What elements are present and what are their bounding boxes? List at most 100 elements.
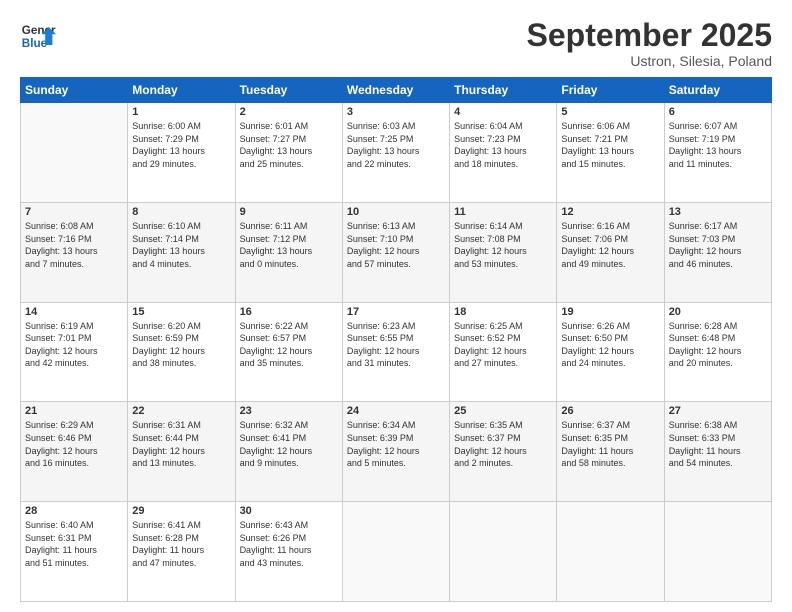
calendar-day-cell: 7 Sunrise: 6:08 AM Sunset: 7:16 PM Daylig… [21, 202, 128, 302]
calendar-day-cell [664, 502, 771, 602]
calendar-day-cell: 18 Sunrise: 6:25 AM Sunset: 6:52 PM Dayli… [450, 302, 557, 402]
calendar-day-cell: 16 Sunrise: 6:22 AM Sunset: 6:57 PM Dayli… [235, 302, 342, 402]
day-info: Sunrise: 6:04 AM Sunset: 7:23 PM Dayligh… [454, 120, 552, 170]
day-info: Sunrise: 6:26 AM Sunset: 6:50 PM Dayligh… [561, 320, 659, 370]
day-number: 14 [25, 306, 123, 318]
calendar-day-cell: 28 Sunrise: 6:40 AM Sunset: 6:31 PM Dayli… [21, 502, 128, 602]
day-info: Sunrise: 6:03 AM Sunset: 7:25 PM Dayligh… [347, 120, 445, 170]
calendar-day-cell [557, 502, 664, 602]
day-info: Sunrise: 6:19 AM Sunset: 7:01 PM Dayligh… [25, 320, 123, 370]
calendar-week-row: 28 Sunrise: 6:40 AM Sunset: 6:31 PM Dayli… [21, 502, 772, 602]
calendar-day-cell: 22 Sunrise: 6:31 AM Sunset: 6:44 PM Dayli… [128, 402, 235, 502]
calendar-day-cell: 10 Sunrise: 6:13 AM Sunset: 7:10 PM Dayli… [342, 202, 449, 302]
day-number: 10 [347, 206, 445, 218]
day-number: 11 [454, 206, 552, 218]
calendar-day-cell: 13 Sunrise: 6:17 AM Sunset: 7:03 PM Dayli… [664, 202, 771, 302]
calendar-day-cell: 24 Sunrise: 6:34 AM Sunset: 6:39 PM Dayli… [342, 402, 449, 502]
day-number: 29 [132, 505, 230, 517]
calendar-day-cell [450, 502, 557, 602]
day-info: Sunrise: 6:14 AM Sunset: 7:08 PM Dayligh… [454, 220, 552, 270]
day-number: 23 [240, 405, 338, 417]
day-info: Sunrise: 6:10 AM Sunset: 7:14 PM Dayligh… [132, 220, 230, 270]
day-info: Sunrise: 6:38 AM Sunset: 6:33 PM Dayligh… [669, 419, 767, 469]
day-number: 5 [561, 106, 659, 118]
day-number: 17 [347, 306, 445, 318]
calendar-week-row: 14 Sunrise: 6:19 AM Sunset: 7:01 PM Dayli… [21, 302, 772, 402]
svg-text:Blue: Blue [22, 37, 48, 50]
day-number: 15 [132, 306, 230, 318]
calendar-day-cell: 20Sunrise: 6:28 AM Sunset: 6:48 PM Dayli… [664, 302, 771, 402]
calendar-week-row: 1Sunrise: 6:00 AM Sunset: 7:29 PM Daylig… [21, 103, 772, 203]
day-info: Sunrise: 6:29 AM Sunset: 6:46 PM Dayligh… [25, 419, 123, 469]
day-number: 12 [561, 206, 659, 218]
day-info: Sunrise: 6:08 AM Sunset: 7:16 PM Dayligh… [25, 220, 123, 270]
day-number: 22 [132, 405, 230, 417]
day-info: Sunrise: 6:25 AM Sunset: 6:52 PM Dayligh… [454, 320, 552, 370]
calendar-day-cell: 2 Sunrise: 6:01 AM Sunset: 7:27 PM Daylig… [235, 103, 342, 203]
day-number: 9 [240, 206, 338, 218]
day-info: Sunrise: 6:22 AM Sunset: 6:57 PM Dayligh… [240, 320, 338, 370]
day-number: 3 [347, 106, 445, 118]
header-thursday: Thursday [450, 78, 557, 103]
day-info: Sunrise: 6:35 AM Sunset: 6:37 PM Dayligh… [454, 419, 552, 469]
title-block: September 2025 Ustron, Silesia, Poland [527, 18, 772, 69]
day-info: Sunrise: 6:40 AM Sunset: 6:31 PM Dayligh… [25, 519, 123, 569]
calendar-table: Sunday Monday Tuesday Wednesday Thursday… [20, 77, 772, 602]
calendar-day-cell [21, 103, 128, 203]
day-number: 28 [25, 505, 123, 517]
day-info: Sunrise: 6:41 AM Sunset: 6:28 PM Dayligh… [132, 519, 230, 569]
day-number: 18 [454, 306, 552, 318]
day-info: Sunrise: 6:01 AM Sunset: 7:27 PM Dayligh… [240, 120, 338, 170]
calendar-day-cell: 1Sunrise: 6:00 AM Sunset: 7:29 PM Daylig… [128, 103, 235, 203]
calendar-day-cell: 30Sunrise: 6:43 AM Sunset: 6:26 PM Dayli… [235, 502, 342, 602]
header-tuesday: Tuesday [235, 78, 342, 103]
calendar-day-cell: 14 Sunrise: 6:19 AM Sunset: 7:01 PM Dayli… [21, 302, 128, 402]
day-info: Sunrise: 6:20 AM Sunset: 6:59 PM Dayligh… [132, 320, 230, 370]
calendar-day-cell: 29 Sunrise: 6:41 AM Sunset: 6:28 PM Dayli… [128, 502, 235, 602]
calendar-day-cell: 19 Sunrise: 6:26 AM Sunset: 6:50 PM Dayli… [557, 302, 664, 402]
calendar-day-cell: 27 Sunrise: 6:38 AM Sunset: 6:33 PM Dayli… [664, 402, 771, 502]
day-number: 6 [669, 106, 767, 118]
day-info: Sunrise: 6:07 AM Sunset: 7:19 PM Dayligh… [669, 120, 767, 170]
header-friday: Friday [557, 78, 664, 103]
calendar-day-cell: 23 Sunrise: 6:32 AM Sunset: 6:41 PM Dayli… [235, 402, 342, 502]
day-info: Sunrise: 6:31 AM Sunset: 6:44 PM Dayligh… [132, 419, 230, 469]
header-wednesday: Wednesday [342, 78, 449, 103]
day-info: Sunrise: 6:32 AM Sunset: 6:41 PM Dayligh… [240, 419, 338, 469]
weekday-header-row: Sunday Monday Tuesday Wednesday Thursday… [21, 78, 772, 103]
day-number: 27 [669, 405, 767, 417]
calendar-day-cell: 6 Sunrise: 6:07 AM Sunset: 7:19 PM Daylig… [664, 103, 771, 203]
header-monday: Monday [128, 78, 235, 103]
calendar-day-cell: 12 Sunrise: 6:16 AM Sunset: 7:06 PM Dayli… [557, 202, 664, 302]
day-info: Sunrise: 6:13 AM Sunset: 7:10 PM Dayligh… [347, 220, 445, 270]
day-number: 21 [25, 405, 123, 417]
day-number: 7 [25, 206, 123, 218]
day-number: 26 [561, 405, 659, 417]
calendar-day-cell: 25Sunrise: 6:35 AM Sunset: 6:37 PM Dayli… [450, 402, 557, 502]
day-info: Sunrise: 6:00 AM Sunset: 7:29 PM Dayligh… [132, 120, 230, 170]
day-number: 13 [669, 206, 767, 218]
day-number: 2 [240, 106, 338, 118]
day-info: Sunrise: 6:16 AM Sunset: 7:06 PM Dayligh… [561, 220, 659, 270]
header: General Blue September 2025 Ustron, Sile… [20, 18, 772, 69]
header-sunday: Sunday [21, 78, 128, 103]
day-number: 20 [669, 306, 767, 318]
calendar-day-cell: 9 Sunrise: 6:11 AM Sunset: 7:12 PM Daylig… [235, 202, 342, 302]
calendar-day-cell: 21 Sunrise: 6:29 AM Sunset: 6:46 PM Dayli… [21, 402, 128, 502]
day-number: 30 [240, 505, 338, 517]
day-info: Sunrise: 6:11 AM Sunset: 7:12 PM Dayligh… [240, 220, 338, 270]
day-number: 4 [454, 106, 552, 118]
calendar-day-cell: 15 Sunrise: 6:20 AM Sunset: 6:59 PM Dayli… [128, 302, 235, 402]
calendar-day-cell: 4 Sunrise: 6:04 AM Sunset: 7:23 PM Daylig… [450, 103, 557, 203]
header-saturday: Saturday [664, 78, 771, 103]
day-info: Sunrise: 6:34 AM Sunset: 6:39 PM Dayligh… [347, 419, 445, 469]
day-number: 19 [561, 306, 659, 318]
day-number: 8 [132, 206, 230, 218]
calendar-week-row: 7 Sunrise: 6:08 AM Sunset: 7:16 PM Daylig… [21, 202, 772, 302]
day-info: Sunrise: 6:06 AM Sunset: 7:21 PM Dayligh… [561, 120, 659, 170]
day-info: Sunrise: 6:17 AM Sunset: 7:03 PM Dayligh… [669, 220, 767, 270]
day-number: 16 [240, 306, 338, 318]
day-number: 24 [347, 405, 445, 417]
location: Ustron, Silesia, Poland [527, 53, 772, 69]
day-info: Sunrise: 6:23 AM Sunset: 6:55 PM Dayligh… [347, 320, 445, 370]
